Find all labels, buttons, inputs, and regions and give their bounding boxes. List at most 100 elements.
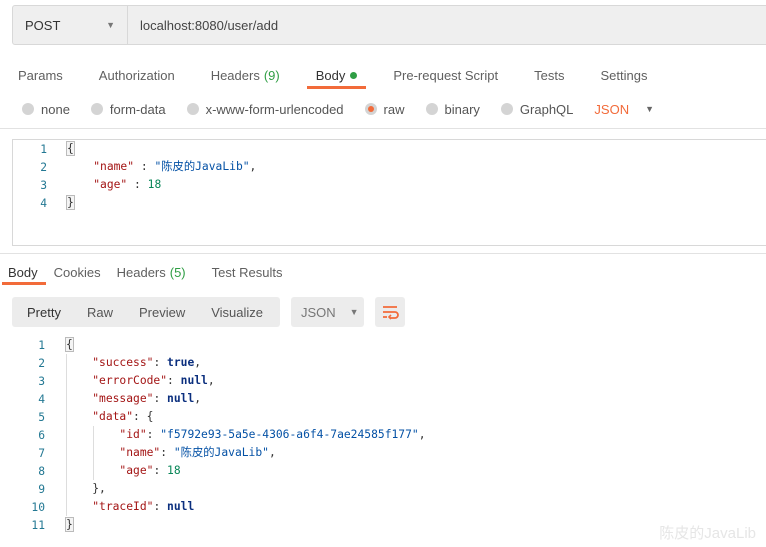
code-token: "age"	[119, 464, 154, 477]
radio-label: GraphQL	[519, 101, 574, 117]
radio-binary[interactable]: binary	[425, 101, 480, 117]
response-tab-test-results[interactable]: Test Results	[204, 260, 291, 284]
line-number: 4	[40, 197, 47, 210]
radio-icon	[186, 103, 199, 115]
code-token: "traceId"	[92, 500, 154, 513]
response-tab-headers[interactable]: Headers (5)	[109, 260, 194, 284]
request-body-editor[interactable]: 1 {2 "name" : "陈皮的JavaLib", 3 "age" : 18 4}	[12, 139, 766, 246]
line-number: 5	[38, 411, 45, 424]
radio-icon	[500, 103, 513, 115]
radio-GraphQL[interactable]: GraphQL	[500, 101, 574, 117]
code-token: {	[66, 141, 75, 156]
code-line: {	[66, 140, 75, 158]
radio-label: binary	[444, 101, 480, 117]
line-number: 10	[31, 501, 45, 514]
code-line: }	[65, 516, 74, 534]
view-mode-raw[interactable]: Raw	[74, 305, 126, 320]
line-number: 2	[38, 357, 45, 370]
tab-label: Tests	[534, 67, 565, 83]
wrap-icon	[383, 306, 399, 320]
tab-label: Test Results	[211, 264, 283, 280]
code-token: :	[160, 446, 174, 459]
radio-form-data[interactable]: form-data	[90, 101, 166, 117]
tab-label: Params	[18, 67, 63, 83]
tab-label: Body	[315, 67, 346, 83]
view-mode-preview[interactable]: Preview	[126, 305, 198, 320]
code-token: 18	[147, 178, 162, 191]
body-format-label: JSON	[594, 101, 630, 117]
view-mode-pretty[interactable]: Pretty	[12, 305, 74, 320]
body-format-select[interactable]: JSON ▼	[594, 102, 654, 117]
code-line: "name": "陈皮的JavaLib",	[65, 444, 275, 462]
tab-label: Pre-request Script	[393, 67, 499, 83]
code-line: "name" : "陈皮的JavaLib",	[66, 158, 256, 176]
code-token: true	[167, 356, 195, 369]
code-token: :	[127, 178, 148, 191]
method-select[interactable]: POST ▼	[13, 6, 128, 44]
tab-count: (9)	[263, 67, 280, 83]
radio-none[interactable]: none	[22, 102, 70, 117]
tab-body[interactable]: Body	[298, 62, 376, 89]
request-tabs: Params Authorization Headers (9) Body Pre-req…	[0, 62, 665, 89]
code-token: ,	[207, 374, 215, 387]
line-number: 7	[38, 447, 45, 460]
line-number: 9	[38, 483, 45, 496]
response-body-viewer: 1 {2 "success": true, 3 "errorCode": null,…	[0, 336, 766, 536]
view-mode-visualize[interactable]: Visualize	[198, 305, 276, 320]
code-token: "age"	[93, 178, 128, 191]
line-number: 8	[38, 465, 45, 478]
response-tabs: Body Cookies Headers (5) Test Results	[0, 260, 291, 285]
code-line: "data": {	[65, 408, 153, 426]
code-token: ,	[249, 160, 257, 173]
radio-raw[interactable]: raw	[364, 102, 405, 117]
tab-headers[interactable]: Headers (9)	[193, 62, 298, 88]
tab-tests[interactable]: Tests	[516, 62, 582, 88]
code-token: :	[167, 374, 181, 387]
url-input[interactable]: localhost:8080/user/add	[128, 6, 278, 44]
code-line: "id": "f5792e93-5a5e-4306-a6f4-7ae24585f…	[65, 426, 426, 444]
tab-settings[interactable]: Settings	[582, 62, 665, 88]
code-line: "errorCode": null,	[65, 372, 215, 390]
response-format-label: JSON	[301, 304, 336, 320]
wrap-lines-button[interactable]	[375, 297, 405, 327]
code-line: }	[66, 194, 75, 212]
view-mode-toolbar: Pretty Raw Preview Visualize	[12, 297, 280, 327]
tab-authorization[interactable]: Authorization	[81, 62, 193, 88]
code-token: "id"	[119, 428, 147, 441]
code-token: :	[153, 356, 168, 369]
tab-count: (5)	[169, 264, 186, 280]
line-number: 4	[38, 393, 45, 406]
response-format-select[interactable]: JSON ▼	[291, 297, 364, 327]
chevron-down-icon: ▼	[349, 307, 359, 317]
chevron-down-icon: ▼	[645, 104, 654, 114]
code-token: 18	[167, 464, 181, 477]
code-token: null	[167, 500, 195, 513]
code-token: },	[65, 482, 106, 495]
tab-label: Body	[8, 264, 38, 280]
code-token: ,	[418, 428, 426, 441]
radio-x-www-form-urlencoded[interactable]: x-www-form-urlencoded	[186, 102, 344, 117]
code-token: "f5792e93-5a5e-4306-a6f4-7ae24585f177"	[160, 428, 419, 441]
code-line: {	[65, 336, 74, 354]
code-token: "message"	[92, 392, 154, 405]
radio-icon	[22, 103, 34, 115]
tab-params[interactable]: Params	[0, 62, 81, 88]
code-token: }	[66, 195, 75, 210]
code-token: "name"	[119, 446, 161, 459]
response-tab-cookies[interactable]: Cookies	[46, 260, 109, 284]
body-type-options: none form-data x-www-form-urlencoded raw bin…	[22, 100, 675, 118]
tab-pre-request-script[interactable]: Pre-request Script	[375, 62, 516, 88]
line-number: 3	[38, 375, 45, 388]
radio-label: form-data	[109, 101, 166, 117]
chevron-down-icon: ▼	[106, 20, 115, 30]
body-set-indicator-icon	[350, 71, 358, 79]
code-line: "age": 18	[65, 462, 181, 480]
line-number: 6	[38, 429, 45, 442]
response-tab-body[interactable]: Body	[0, 260, 46, 285]
code-token: ,	[194, 392, 202, 405]
